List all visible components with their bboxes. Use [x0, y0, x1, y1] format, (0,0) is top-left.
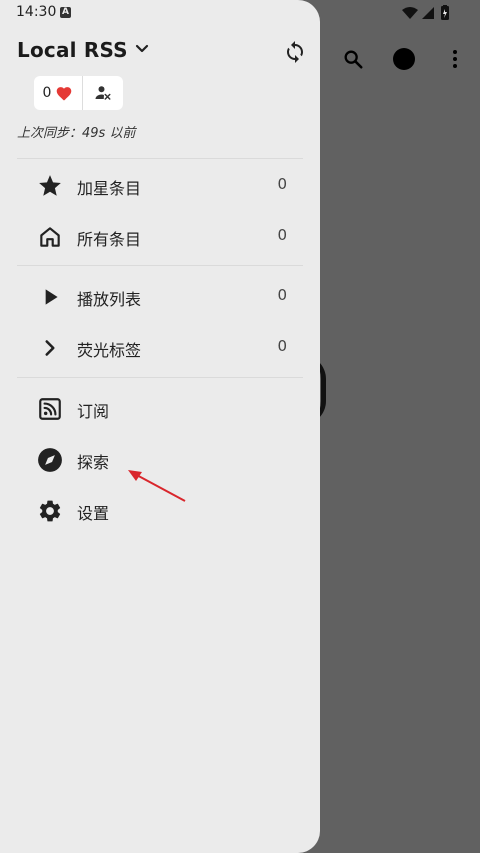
last-sync-text: 上次同步：49s 以前 [17, 126, 136, 141]
nav-item-label: 播放列表 [77, 290, 142, 309]
nav-item-label: 设置 [77, 504, 110, 523]
status-bar: 14:30 A [0, 0, 480, 26]
divider [17, 158, 303, 159]
nav-item-count: 0 [277, 286, 287, 304]
nav-item-label: 探索 [77, 453, 110, 472]
home-icon [40, 227, 60, 247]
rss-feed-icon [39, 398, 61, 420]
nav-item-count: 0 [277, 337, 287, 355]
nav-item-label: 订阅 [77, 402, 110, 421]
notification-icon: A [60, 7, 71, 18]
nav-item-subscriptions[interactable]: 订阅 [17, 384, 303, 432]
quick-actions: 0 [34, 76, 123, 110]
divider [17, 377, 303, 378]
person-remove-icon [95, 86, 111, 100]
drawer-header: Local RSS [17, 36, 307, 68]
chevron-right-icon [45, 340, 55, 356]
nav-item-label: 加星条目 [77, 179, 142, 198]
annotation-arrow-icon [128, 470, 186, 502]
favorites-count: 0 [42, 85, 52, 101]
nav-item-highlights[interactable]: 荧光标签 0 [17, 323, 303, 371]
status-indicators-icon [402, 5, 449, 20]
nav-item-starred[interactable]: 加星条目 0 [17, 161, 303, 209]
nav-item-label: 所有条目 [77, 230, 142, 249]
divider [17, 265, 303, 266]
app-title[interactable]: Local RSS [17, 38, 128, 62]
nav-item-label: 荧光标签 [77, 341, 142, 360]
status-time: 14:30 [16, 4, 57, 20]
nav-item-all[interactable]: 所有条目 0 [17, 212, 303, 260]
account-remove-chip[interactable] [83, 76, 123, 110]
account-avatar[interactable] [393, 48, 415, 70]
favorites-chip[interactable]: 0 [34, 76, 83, 110]
chevron-down-icon[interactable] [135, 42, 149, 56]
heart-icon [57, 87, 72, 101]
more-options-icon[interactable] [452, 48, 458, 70]
search-icon[interactable] [342, 48, 364, 70]
nav-item-count: 0 [277, 226, 287, 244]
gear-icon [39, 500, 61, 522]
nav-item-playlist[interactable]: 播放列表 0 [17, 272, 303, 320]
sync-icon[interactable] [283, 40, 307, 64]
nav-item-count: 0 [277, 175, 287, 193]
star-icon [39, 175, 61, 196]
navigation-drawer: Local RSS 0 上次同步：49s 以前 加星条目 0 所有条目 0 播放… [0, 0, 320, 853]
compass-icon [38, 448, 62, 472]
play-icon [45, 289, 58, 305]
